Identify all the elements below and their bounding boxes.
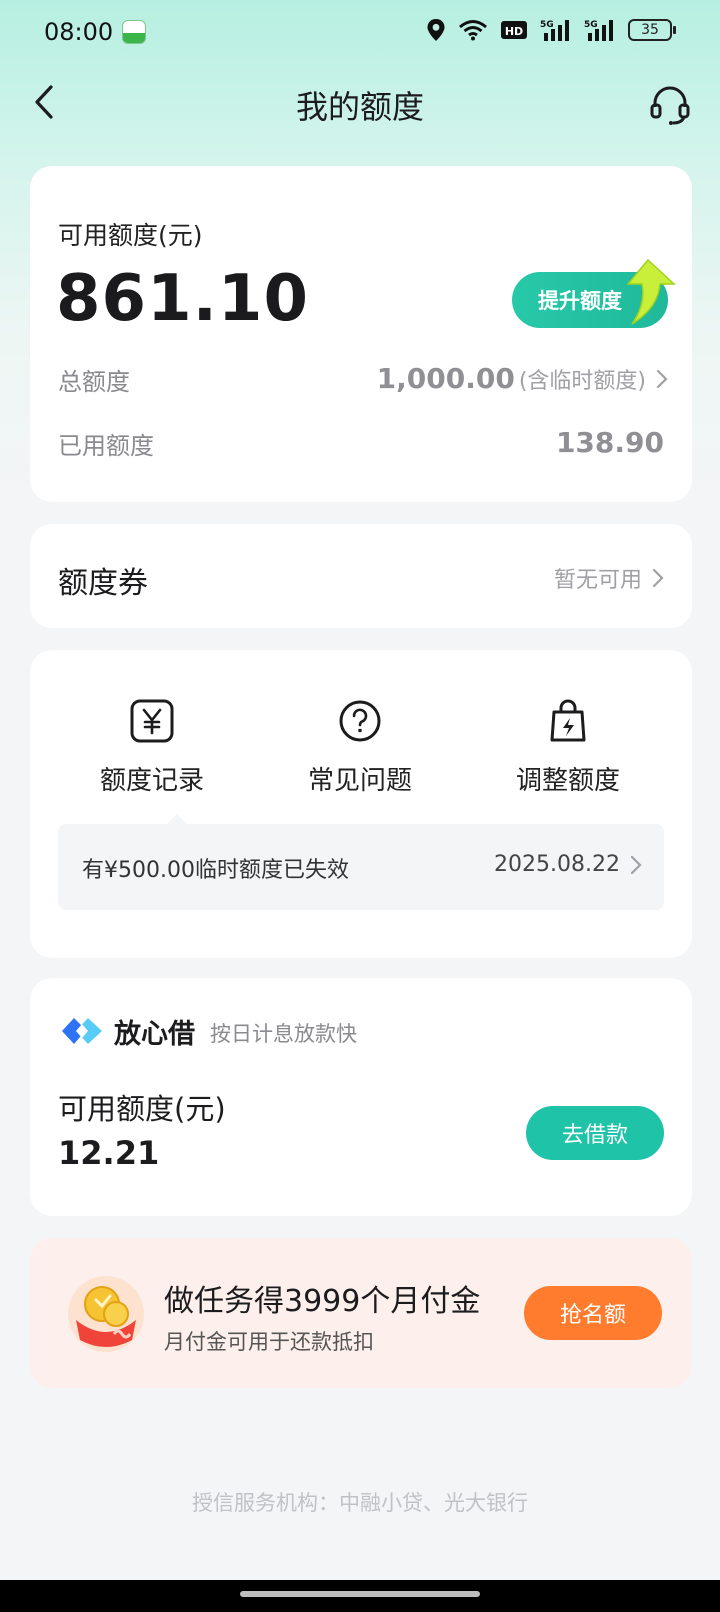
yuan-receipt-icon xyxy=(130,699,174,743)
fangxinjie-logo-icon xyxy=(62,1018,102,1044)
coupon-status: 暂无可用 xyxy=(554,562,664,594)
app-notification-icon xyxy=(122,20,146,44)
used-limit-label: 已用额度 xyxy=(58,432,154,460)
total-limit-row[interactable]: 1,000.00 (含临时额度) xyxy=(377,362,668,395)
customer-service-button[interactable] xyxy=(646,80,694,128)
available-limit-amount: 861.10 xyxy=(56,262,309,336)
signal-icon-1: 5G xyxy=(540,18,572,42)
hd-icon: HD xyxy=(500,19,528,41)
coupon-title: 额度券 xyxy=(58,566,148,601)
location-icon xyxy=(426,18,446,42)
status-bar: 08:00 HD 5G 5G 35 xyxy=(0,0,720,64)
notice-text: 有¥500.00临时额度已失效 xyxy=(82,858,349,883)
adjust-limit-label: 调整额度 xyxy=(515,766,620,796)
credit-limit-card: 可用额度(元) 861.10 提升额度 总额度 1,000.00 (含临时额度)… xyxy=(30,166,692,502)
headset-icon xyxy=(650,86,690,125)
grab-spot-button[interactable]: 抢名额 xyxy=(524,1286,662,1340)
home-indicator[interactable] xyxy=(240,1591,480,1597)
loan-brand: 放心借 xyxy=(114,1019,195,1050)
faq-label: 常见问题 xyxy=(307,766,412,796)
page-header: 我的额度 xyxy=(0,64,720,144)
used-limit-amount: 138.90 xyxy=(555,426,664,459)
task-promo-card: 做任务得3999个月付金 月付金可用于还款抵扣 抢名额 xyxy=(30,1238,692,1388)
chevron-right-icon xyxy=(630,855,642,875)
credit-institution-note: 授信服务机构：中融小贷、光大银行 xyxy=(192,1491,528,1515)
network-label-2: 5G xyxy=(584,20,598,30)
quick-actions-card: 额度记录 常见问题 调整额度 有¥500.00临时额度已失效 2025.08.2… xyxy=(30,650,692,958)
chevron-right-icon xyxy=(656,369,668,389)
question-circle-icon xyxy=(339,700,381,742)
adjust-limit-button[interactable]: 调整额度 xyxy=(468,698,668,797)
limit-records-label: 额度记录 xyxy=(99,766,204,796)
expired-limit-notice[interactable]: 有¥500.00临时额度已失效 2025.08.22 xyxy=(58,814,664,910)
wifi-icon xyxy=(458,19,488,41)
coupon-status-text: 暂无可用 xyxy=(553,568,642,593)
lightning-bag-icon xyxy=(550,699,586,742)
total-limit-label: 总额度 xyxy=(58,368,130,396)
notice-date: 2025.08.22 xyxy=(494,852,642,877)
raise-limit-label: 提升额度 xyxy=(538,289,622,313)
chevron-right-icon xyxy=(652,568,664,588)
fangxinjie-loan-card: 放心借 按日计息放款快 可用额度(元) 12.21 去借款 xyxy=(30,978,692,1216)
status-time: 08:00 xyxy=(44,18,114,46)
notice-date-text: 2025.08.22 xyxy=(494,852,620,877)
notice-pointer xyxy=(166,814,188,825)
system-nav-bar xyxy=(0,1580,720,1612)
limit-records-button[interactable]: 额度记录 xyxy=(52,698,252,797)
loan-available-label: 可用额度(元) xyxy=(58,1092,226,1126)
coin-gift-icon xyxy=(68,1276,144,1352)
total-limit-note: (含临时额度) xyxy=(518,368,646,394)
limit-coupon-card[interactable]: 额度券 暂无可用 xyxy=(30,524,692,628)
faq-button[interactable]: 常见问题 xyxy=(260,698,460,797)
loan-subtitle: 按日计息放款快 xyxy=(210,1022,357,1046)
hd-label: HD xyxy=(505,25,523,38)
raise-limit-button[interactable]: 提升额度 xyxy=(512,258,676,328)
network-label-1: 5G xyxy=(540,20,554,30)
up-arrow-icon xyxy=(626,258,676,325)
available-limit-label: 可用额度(元) xyxy=(58,221,203,250)
loan-available-amount: 12.21 xyxy=(58,1134,160,1172)
promo-subtitle: 月付金可用于还款抵扣 xyxy=(164,1330,374,1354)
battery-indicator: 35 xyxy=(628,19,676,41)
signal-icon-2: 5G xyxy=(584,18,616,42)
page-title: 我的额度 xyxy=(295,88,424,126)
borrow-button[interactable]: 去借款 xyxy=(526,1106,664,1160)
promo-title: 做任务得3999个月付金 xyxy=(164,1284,481,1319)
total-limit-amount: 1,000.00 xyxy=(376,362,515,395)
